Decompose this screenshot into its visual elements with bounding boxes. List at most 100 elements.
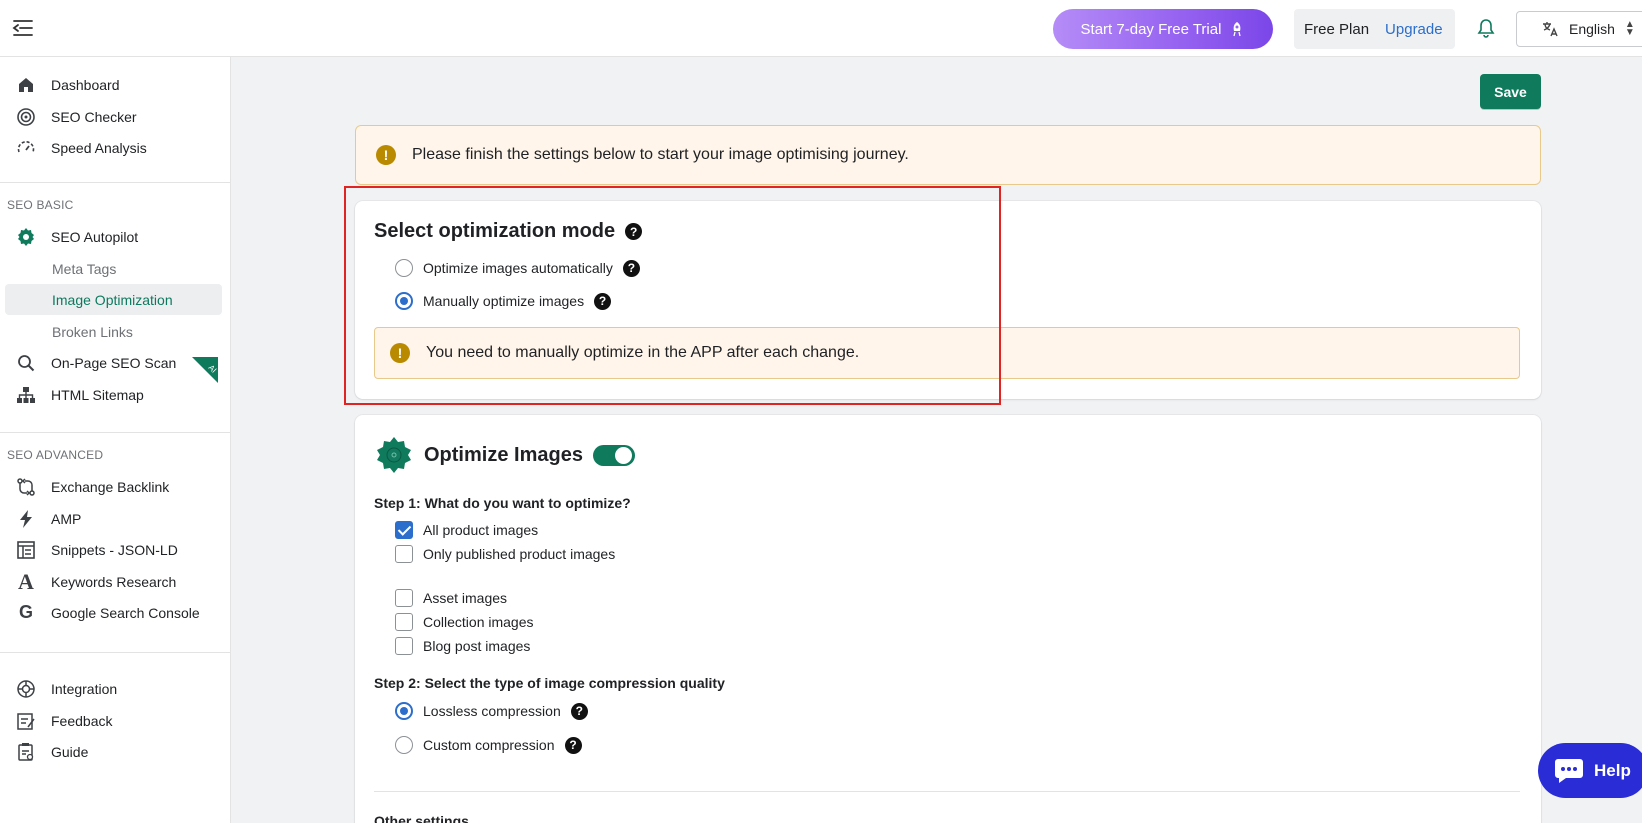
snippet-icon [15, 539, 37, 561]
target-icon [15, 106, 37, 128]
checkbox-blog-post-images[interactable]: Blog post images [395, 637, 530, 655]
sidebar-divider [0, 652, 231, 653]
save-button[interactable]: Save [1480, 74, 1541, 109]
upgrade-link[interactable]: Upgrade [1385, 21, 1443, 38]
mode-card-title: Select optimization mode ? [374, 220, 643, 243]
step1-label: Step 1: What do you want to optimize? [374, 495, 631, 511]
setup-banner: ! Please finish the settings below to st… [355, 125, 1541, 185]
lightning-icon [15, 508, 37, 530]
sidebar-item-guide[interactable]: Guide [5, 736, 222, 767]
exchange-icon [15, 476, 37, 498]
optimization-mode-card: Select optimization mode ? Optimize imag… [355, 201, 1541, 399]
sidebar-item-seo-checker[interactable]: SEO Checker [5, 101, 222, 132]
checkbox[interactable] [395, 589, 413, 607]
checkbox-collection-images[interactable]: Collection images [395, 613, 534, 631]
sidebar-item-google-search-console[interactable]: G Google Search Console [5, 597, 222, 628]
mode-option-manual[interactable]: Manually optimize images ? [395, 292, 612, 310]
plan-name: Free Plan [1304, 20, 1370, 38]
option-label: Optimize images automatically [423, 260, 613, 276]
integration-icon [15, 678, 37, 700]
checkbox-checked[interactable] [395, 521, 413, 539]
help-question-icon[interactable]: ? [570, 702, 588, 720]
speedometer-icon [15, 137, 37, 159]
optimize-images-card: Optimize Images Step 1: What do you want… [355, 415, 1541, 823]
plan-box: Free Plan Upgrade [1294, 9, 1455, 49]
compression-option-lossless[interactable]: Lossless compression ? [395, 702, 588, 720]
sidebar-item-label: Meta Tags [52, 260, 117, 277]
checkbox-asset-images[interactable]: Asset images [395, 589, 507, 607]
optimize-images-toggle[interactable] [592, 444, 635, 466]
sidebar-item-image-optimization[interactable]: Image Optimization [5, 284, 222, 315]
sidebar-item-amp[interactable]: AMP [5, 503, 222, 534]
sidebar-item-keywords-research[interactable]: A Keywords Research [5, 566, 222, 597]
other-settings-label: Other settings [374, 813, 469, 823]
sidebar-item-seo-autopilot[interactable]: SEO Autopilot [5, 221, 222, 252]
sidebar-item-label: HTML Sitemap [51, 386, 144, 403]
search-icon [15, 352, 37, 374]
help-question-icon[interactable]: ? [622, 259, 640, 277]
radio-button-selected[interactable] [395, 292, 413, 310]
sidebar-item-label: Google Search Console [51, 604, 200, 621]
gear-icon [377, 437, 411, 473]
help-question-icon[interactable]: ? [564, 736, 582, 754]
language-select[interactable]: English ▲ ▼ [1516, 11, 1642, 47]
mode-title-text: Select optimization mode [374, 220, 616, 242]
checkbox-all-product-images[interactable]: All product images [395, 521, 538, 539]
help-chat-button[interactable]: Help [1538, 743, 1642, 798]
sidebar-item-label: Exchange Backlink [51, 478, 170, 495]
menu-toggle-icon[interactable] [12, 17, 34, 39]
sidebar-item-label: SEO Autopilot [51, 228, 139, 245]
sidebar-item-label: Broken Links [52, 323, 133, 340]
sidebar-item-speed-analysis[interactable]: Speed Analysis [5, 132, 222, 163]
sidebar-item-on-page-seo-scan[interactable]: On-Page SEO Scan [5, 347, 222, 378]
sidebar-item-snippets[interactable]: Snippets - JSON-LD [5, 534, 222, 565]
sidebar-item-label: Feedback [51, 712, 113, 729]
warning-icon: ! [390, 343, 410, 363]
section-label-seo-basic: SEO BASIC [7, 198, 74, 212]
sidebar-item-html-sitemap[interactable]: HTML Sitemap [5, 379, 222, 410]
checkbox-label: Blog post images [423, 638, 531, 654]
sidebar-item-label: Image Optimization [52, 291, 173, 308]
section-divider [374, 791, 1520, 792]
mode-option-automatic[interactable]: Optimize images automatically ? [395, 259, 640, 277]
help-question-icon[interactable]: ? [625, 223, 643, 240]
trial-label: Start 7-day Free Trial [1080, 20, 1222, 38]
sidebar-item-label: Speed Analysis [51, 139, 147, 156]
sitemap-icon [15, 384, 37, 406]
checkbox-label: All product images [423, 522, 539, 538]
manual-warning-text: You need to manually optimize in the APP… [426, 344, 860, 361]
checkbox[interactable] [395, 545, 413, 563]
compression-option-custom[interactable]: Custom compression ? [395, 736, 582, 754]
radio-button-selected[interactable] [395, 702, 413, 720]
option-label: Custom compression [423, 737, 555, 753]
sidebar-item-label: Integration [51, 680, 118, 697]
checkbox-published-product-images[interactable]: Only published product images [395, 545, 615, 563]
bell-icon[interactable] [1476, 18, 1496, 38]
start-trial-button[interactable]: Start 7-day Free Trial [1053, 9, 1273, 49]
sidebar-item-integration[interactable]: Integration [5, 673, 222, 704]
radio-button[interactable] [395, 259, 413, 277]
sidebar-item-feedback[interactable]: Feedback [5, 705, 222, 736]
sidebar-item-dashboard[interactable]: Dashboard [5, 69, 222, 100]
checkbox[interactable] [395, 637, 413, 655]
sidebar-item-label: SEO Checker [51, 108, 137, 125]
radio-button[interactable] [395, 736, 413, 754]
sidebar-item-exchange-backlink[interactable]: Exchange Backlink [5, 471, 222, 502]
option-label: Manually optimize images [423, 293, 585, 309]
sidebar-item-meta-tags[interactable]: Meta Tags [5, 253, 222, 284]
language-label: English [1569, 21, 1615, 37]
sidebar-item-label: Keywords Research [51, 573, 177, 590]
help-label: Help [1594, 760, 1631, 780]
manual-warning: ! You need to manually optimize in the A… [374, 327, 1520, 379]
warning-icon: ! [376, 145, 396, 165]
sidebar-item-label: Dashboard [51, 76, 120, 93]
help-question-icon[interactable]: ? [594, 292, 612, 310]
optimize-images-header: Optimize Images [374, 435, 635, 475]
feedback-icon [15, 710, 37, 732]
letter-a-icon: A [18, 568, 34, 594]
section-label-seo-advanced: SEO ADVANCED [7, 448, 104, 462]
sidebar-item-label: Guide [51, 743, 89, 760]
home-icon [15, 74, 37, 96]
checkbox[interactable] [395, 613, 413, 631]
sidebar-item-broken-links[interactable]: Broken Links [5, 316, 222, 347]
